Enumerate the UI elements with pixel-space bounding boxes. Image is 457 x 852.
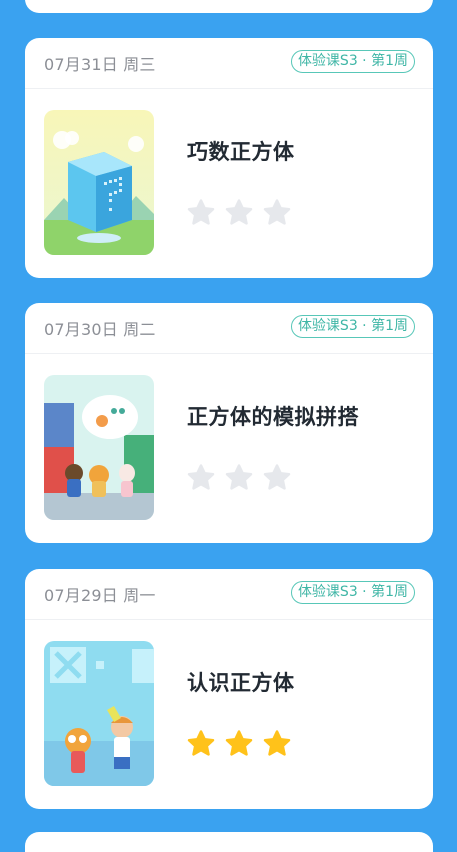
star-icon	[186, 198, 216, 228]
lesson-card-header: 07月31日 周三 体验课S3 · 第1周	[25, 38, 433, 89]
lesson-thumbnail[interactable]	[44, 641, 154, 786]
lesson-thumbnail[interactable]	[44, 110, 154, 255]
lesson-title: 巧数正方体	[187, 140, 295, 164]
lesson-star-rating	[186, 463, 292, 493]
star-icon	[262, 729, 292, 759]
lesson-card[interactable]: 07月30日 周二 体验课S3 · 第1周 正方体的模拟拼搭	[25, 303, 433, 543]
star-icon	[262, 198, 292, 228]
lesson-date: 07月31日 周三	[44, 55, 156, 74]
lesson-card[interactable]: 07月31日 周三 体验课S3 · 第1周 巧数正方体	[25, 38, 433, 278]
star-icon	[186, 463, 216, 493]
star-icon	[224, 463, 254, 493]
course-week-badge: 体验课S3 · 第1周	[290, 50, 415, 73]
lesson-thumbnail[interactable]	[44, 375, 154, 520]
lesson-title: 正方体的模拟拼搭	[187, 405, 359, 429]
lesson-date: 07月30日 周二	[44, 320, 156, 339]
lesson-card-partial-bottom[interactable]	[25, 832, 433, 852]
star-icon	[186, 729, 216, 759]
star-icon	[224, 198, 254, 228]
lesson-card-header: 07月30日 周二 体验课S3 · 第1周	[25, 303, 433, 354]
lesson-date: 07月29日 周一	[44, 586, 156, 605]
lesson-star-rating	[186, 729, 292, 759]
lesson-title: 认识正方体	[187, 671, 295, 695]
lesson-card[interactable]: 07月29日 周一 体验课S3 · 第1周 认识正方体	[25, 569, 433, 809]
lesson-star-rating	[186, 198, 292, 228]
star-icon	[224, 729, 254, 759]
lesson-card-header: 07月29日 周一 体验课S3 · 第1周	[25, 569, 433, 620]
star-icon	[262, 463, 292, 493]
course-week-badge: 体验课S3 · 第1周	[290, 315, 415, 338]
lesson-card-partial-top[interactable]	[25, 0, 433, 13]
course-week-badge: 体验课S3 · 第1周	[290, 581, 415, 604]
